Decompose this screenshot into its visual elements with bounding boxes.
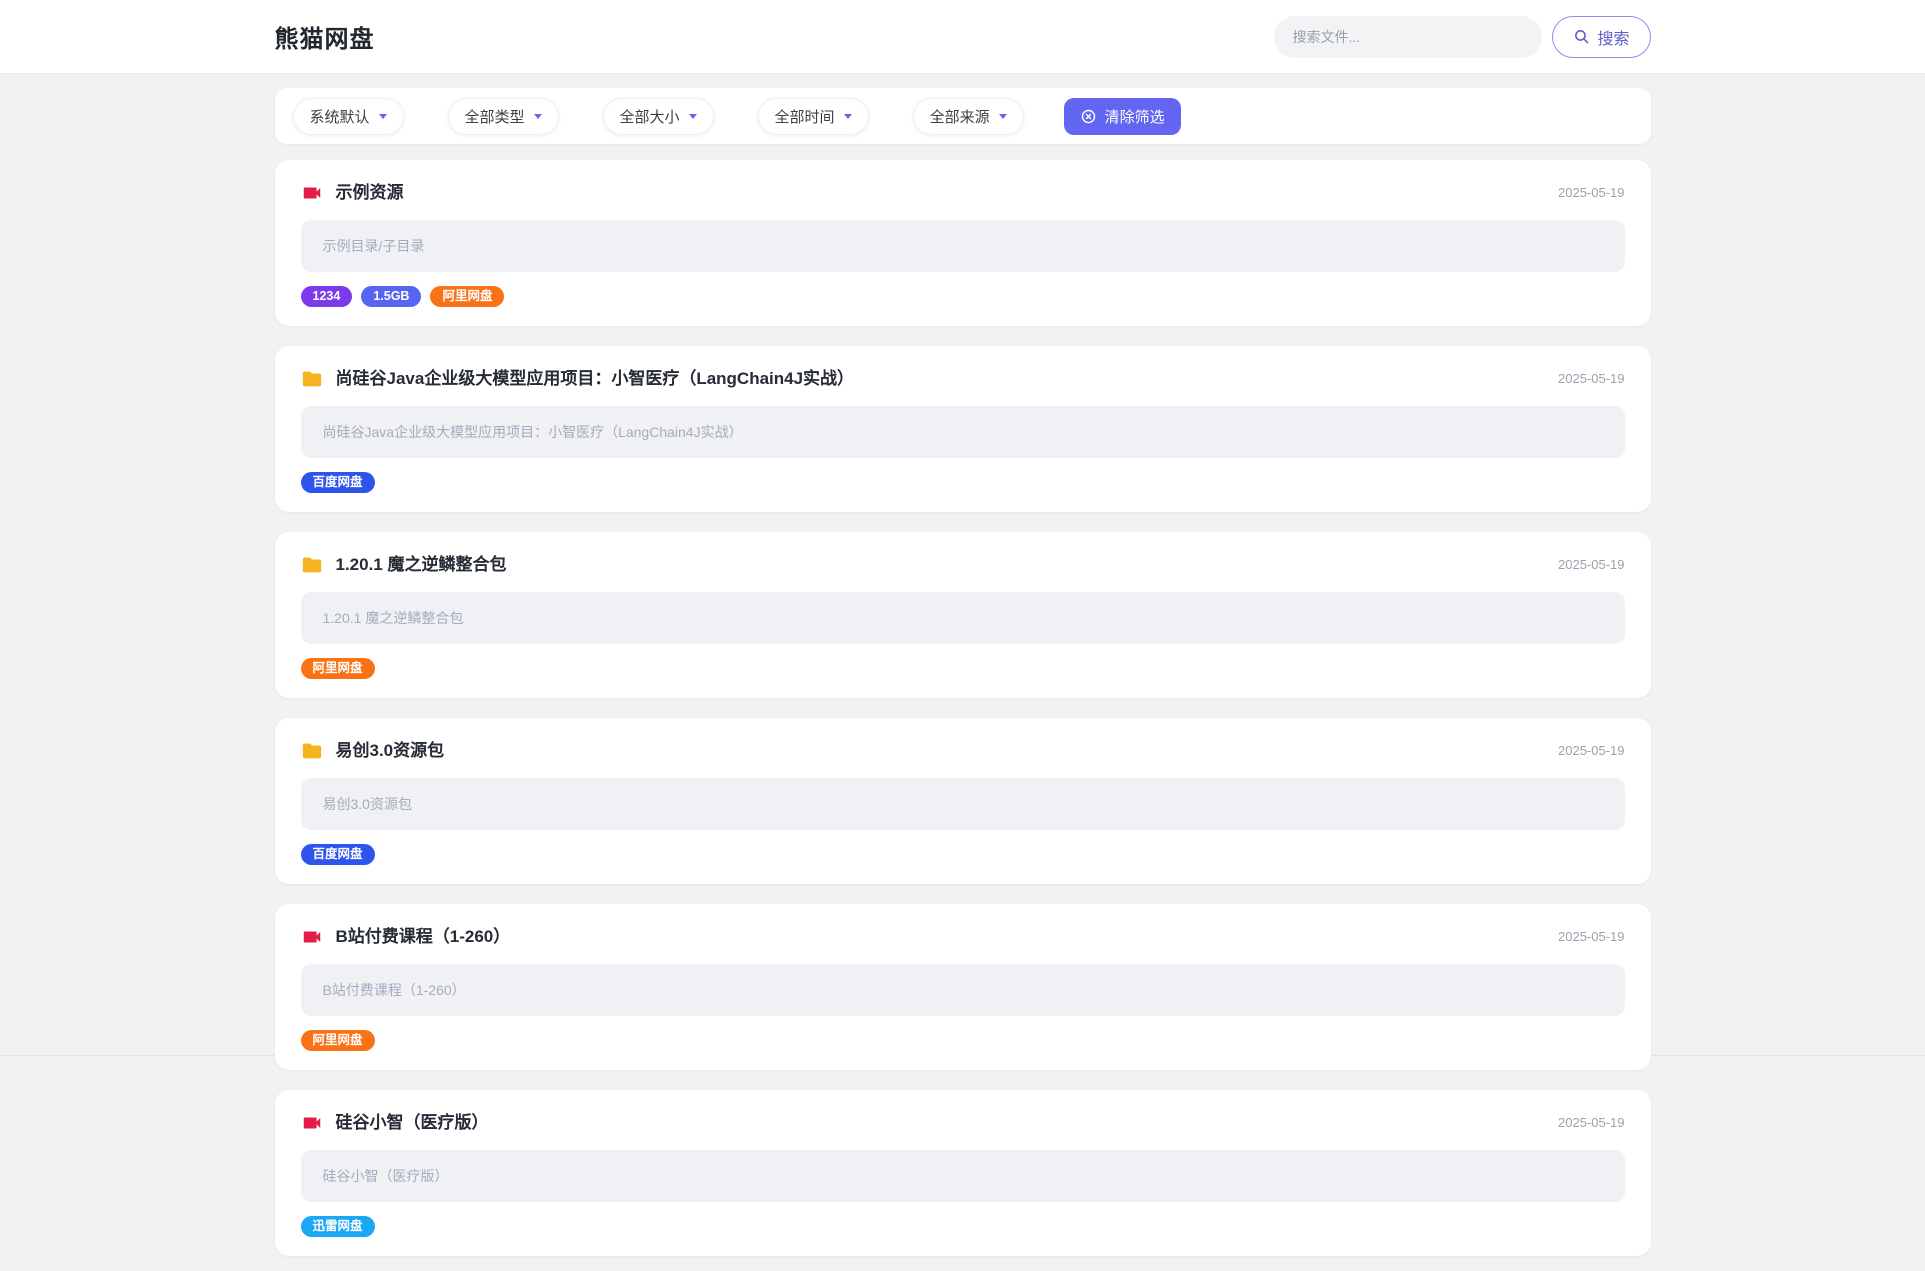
source-badge: 百度网盘 xyxy=(300,472,375,493)
filter-chip-label: 全部时间 xyxy=(774,108,835,126)
result-title[interactable]: 硅谷小智（医疗版） xyxy=(336,1110,489,1135)
source-badge: 1.5GB xyxy=(361,286,422,307)
result-card[interactable]: 尚硅谷Java企业级大模型应用项目：小智医疗（LangChain4J实战） 20… xyxy=(274,346,1651,512)
result-title[interactable]: B站付费课程（1-260） xyxy=(336,924,511,949)
badge-list: 阿里网盘 xyxy=(300,1030,1625,1051)
result-title[interactable]: 尚硅谷Java企业级大模型应用项目：小智医疗（LangChain4J实战） xyxy=(336,366,855,391)
result-date: 2025-05-19 xyxy=(1558,557,1625,572)
source-badge: 阿里网盘 xyxy=(300,658,375,679)
result-description: B站付费课程（1-260） xyxy=(300,964,1625,1016)
site-title: 熊猫网盘 xyxy=(274,26,375,53)
video-icon xyxy=(301,182,323,204)
clear-filters-button[interactable]: 清除筛选 xyxy=(1063,97,1181,135)
result-card-header: 易创3.0资源包 2025-05-19 xyxy=(301,738,1625,763)
result-description-text: 示例目录/子目录 xyxy=(322,238,425,254)
result-description-text: 1.20.1 魔之逆鳞整合包 xyxy=(322,610,464,626)
folder-icon xyxy=(301,740,323,762)
result-title[interactable]: 示例资源 xyxy=(336,180,404,205)
chevron-down-icon xyxy=(533,114,542,119)
badge-list: 阿里网盘 xyxy=(300,658,1625,679)
source-badge: 迅雷网盘 xyxy=(300,1216,375,1237)
result-card-header: 1.20.1 魔之逆鳞整合包 2025-05-19 xyxy=(301,552,1625,577)
result-description-text: 硅谷小智（医疗版） xyxy=(322,1168,449,1184)
badge-list: 百度网盘 xyxy=(300,844,1625,865)
search-button[interactable]: 搜索 xyxy=(1552,15,1651,58)
result-title[interactable]: 易创3.0资源包 xyxy=(336,738,445,763)
source-badge: 阿里网盘 xyxy=(430,286,505,307)
search-bar: 搜索 xyxy=(1274,15,1651,58)
top-header: 熊猫网盘 搜索 xyxy=(0,0,1925,74)
video-icon xyxy=(301,926,323,948)
search-button-label: 搜索 xyxy=(1597,30,1630,48)
result-date: 2025-05-19 xyxy=(1558,1115,1625,1130)
filter-chip-label: 全部大小 xyxy=(619,108,680,126)
circle-x-icon xyxy=(1080,108,1097,125)
result-description: 易创3.0资源包 xyxy=(300,778,1625,830)
result-card-header: 尚硅谷Java企业级大模型应用项目：小智医疗（LangChain4J实战） 20… xyxy=(301,366,1625,391)
filter-bar: 系统默认 全部类型 全部大小 全部时间 全部来源 清除筛选 xyxy=(274,88,1651,144)
result-date: 2025-05-19 xyxy=(1558,185,1625,200)
result-card-header: 示例资源 2025-05-19 xyxy=(301,180,1625,205)
source-badge: 阿里网盘 xyxy=(300,1030,375,1051)
result-title[interactable]: 1.20.1 魔之逆鳞整合包 xyxy=(336,552,507,577)
result-card[interactable]: 易创3.0资源包 2025-05-19 易创3.0资源包 百度网盘 xyxy=(274,718,1651,884)
result-date: 2025-05-19 xyxy=(1558,743,1625,758)
video-icon xyxy=(301,1112,323,1134)
result-card[interactable]: B站付费课程（1-260） 2025-05-19 B站付费课程（1-260） 阿… xyxy=(274,904,1651,1070)
result-card[interactable]: 1.20.1 魔之逆鳞整合包 2025-05-19 1.20.1 魔之逆鳞整合包… xyxy=(274,532,1651,698)
folder-icon xyxy=(301,368,323,390)
result-date: 2025-05-19 xyxy=(1558,929,1625,944)
filter-chip-list: 系统默认 全部类型 全部大小 全部时间 全部来源 xyxy=(292,97,1024,135)
search-input[interactable] xyxy=(1274,15,1543,58)
result-description-text: 易创3.0资源包 xyxy=(322,796,412,812)
badge-list: 1234 1.5GB 阿里网盘 xyxy=(300,286,1625,307)
result-date: 2025-05-19 xyxy=(1558,371,1625,386)
result-card[interactable]: 示例资源 2025-05-19 示例目录/子目录 1234 1.5GB 阿里网盘 xyxy=(274,160,1651,326)
filter-chip[interactable]: 全部大小 xyxy=(602,97,714,135)
search-icon xyxy=(1573,28,1590,45)
chevron-down-icon xyxy=(998,114,1007,119)
result-description: 硅谷小智（医疗版） xyxy=(300,1150,1625,1202)
result-description-text: B站付费课程（1-260） xyxy=(322,982,466,998)
chevron-down-icon xyxy=(688,114,697,119)
chevron-down-icon xyxy=(378,114,387,119)
result-card-header: 硅谷小智（医疗版） 2025-05-19 xyxy=(301,1110,1625,1135)
result-description-text: 尚硅谷Java企业级大模型应用项目：小智医疗（LangChain4J实战） xyxy=(322,424,743,440)
result-description: 1.20.1 魔之逆鳞整合包 xyxy=(300,592,1625,644)
filter-chip[interactable]: 全部类型 xyxy=(447,97,559,135)
filter-chip-label: 全部来源 xyxy=(929,108,990,126)
badge-list: 百度网盘 xyxy=(300,472,1625,493)
filter-chip-label: 全部类型 xyxy=(464,108,525,126)
filter-chip[interactable]: 全部时间 xyxy=(757,97,869,135)
folder-icon xyxy=(301,554,323,576)
filter-chip-label: 系统默认 xyxy=(309,108,370,126)
filter-chip[interactable]: 全部来源 xyxy=(912,97,1024,135)
result-card-header: B站付费课程（1-260） 2025-05-19 xyxy=(301,924,1625,949)
filter-chip[interactable]: 系统默认 xyxy=(292,97,404,135)
source-badge: 百度网盘 xyxy=(300,844,375,865)
result-card[interactable]: 硅谷小智（医疗版） 2025-05-19 硅谷小智（医疗版） 迅雷网盘 xyxy=(274,1090,1651,1256)
badge-list: 迅雷网盘 xyxy=(300,1216,1625,1237)
chevron-down-icon xyxy=(843,114,852,119)
result-description: 尚硅谷Java企业级大模型应用项目：小智医疗（LangChain4J实战） xyxy=(300,406,1625,458)
clear-filters-label: 清除筛选 xyxy=(1104,108,1165,126)
result-description: 示例目录/子目录 xyxy=(300,220,1625,272)
source-badge: 1234 xyxy=(300,286,353,307)
results-list: 示例资源 2025-05-19 示例目录/子目录 1234 1.5GB 阿里网盘 xyxy=(274,160,1651,1256)
